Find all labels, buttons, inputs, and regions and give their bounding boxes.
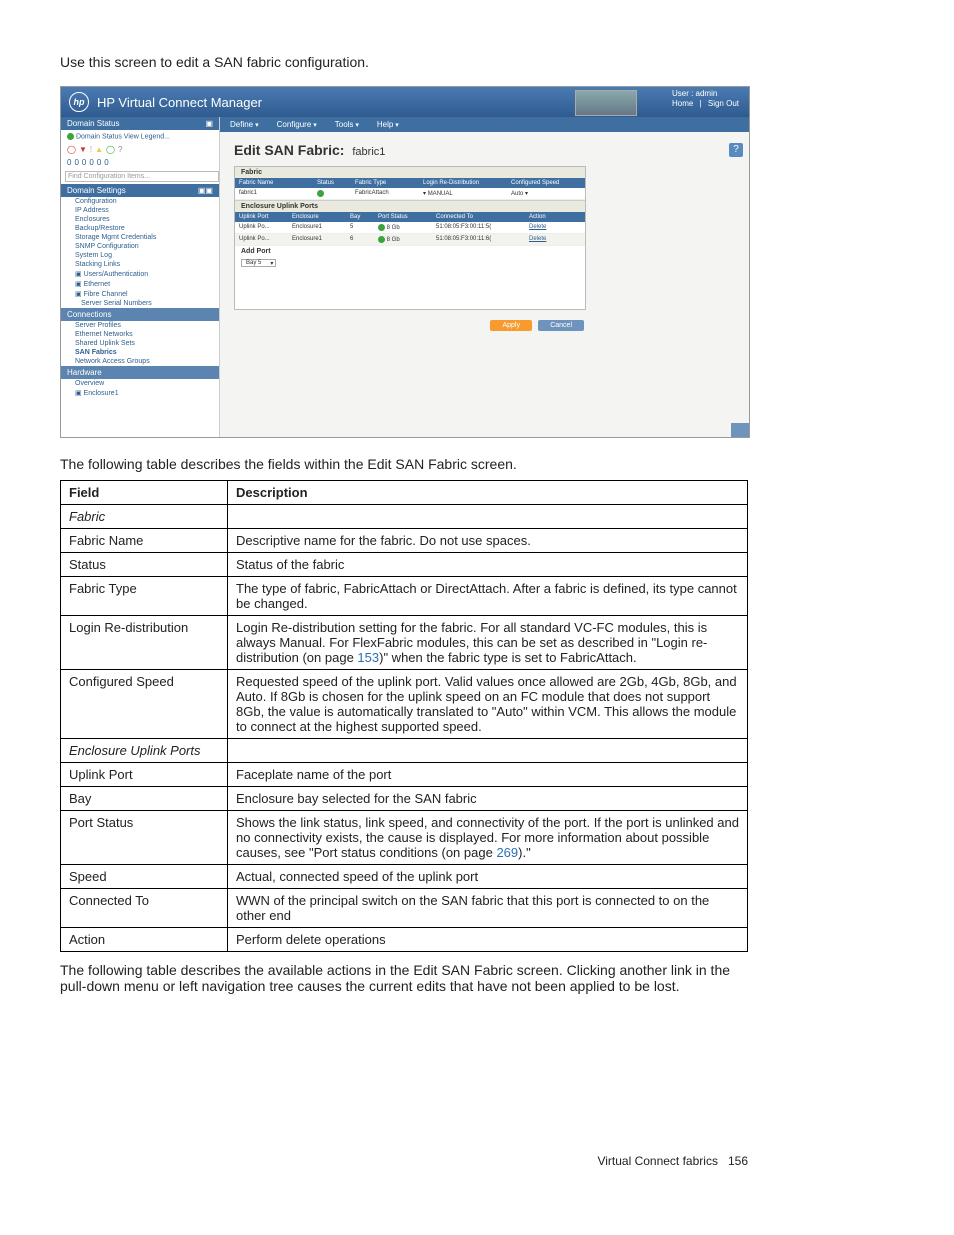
- field-description: Status of the fabric: [228, 553, 748, 577]
- user-name: User : admin: [672, 89, 739, 99]
- field-name: Status: [61, 553, 228, 577]
- menu-define[interactable]: Define: [230, 120, 259, 129]
- sidebar-item[interactable]: ▣ Fibre Channel: [61, 289, 219, 299]
- domain-status-header: Domain Status▣: [61, 117, 219, 130]
- field-description: [228, 739, 748, 763]
- after-text: The following table describes the availa…: [60, 962, 748, 994]
- add-port-select[interactable]: Bay 5: [241, 259, 276, 267]
- field-description: Faceplate name of the port: [228, 763, 748, 787]
- table1-intro: The following table describes the fields…: [60, 456, 894, 472]
- sidebar-item[interactable]: Network Access Groups: [61, 357, 219, 366]
- field-name: Fabric Name: [61, 529, 228, 553]
- page-footer: Virtual Connect fabrics 156: [60, 1154, 748, 1168]
- menubar: Define Configure Tools Help: [220, 117, 749, 132]
- field-description: Perform delete operations: [228, 928, 748, 952]
- intro-text: Use this screen to edit a SAN fabric con…: [60, 54, 894, 70]
- sidebar-item[interactable]: ▣ Users/Authentication: [61, 269, 219, 279]
- sidebar-item[interactable]: Server Profiles: [61, 321, 219, 330]
- sidebar-item[interactable]: IP Address: [61, 206, 219, 215]
- field-name: Fabric: [61, 505, 228, 529]
- fabric-panel: Fabric Fabric Name Status Fabric Type Lo…: [234, 166, 586, 310]
- app-title: HP Virtual Connect Manager: [97, 95, 262, 110]
- menu-tools[interactable]: Tools: [335, 120, 359, 129]
- field-name: Login Re-distribution: [61, 616, 228, 670]
- field-name: Port Status: [61, 811, 228, 865]
- button-row: Apply Cancel: [234, 320, 588, 331]
- sidebar-item-san-fabrics[interactable]: SAN Fabrics: [61, 348, 219, 357]
- signout-link[interactable]: Sign Out: [708, 99, 739, 108]
- home-link[interactable]: Home: [672, 99, 693, 108]
- header-image: [575, 90, 637, 116]
- help-icon[interactable]: ?: [729, 143, 743, 157]
- field-description: [228, 505, 748, 529]
- field-description: Descriptive name for the fabric. Do not …: [228, 529, 748, 553]
- find-input[interactable]: Find Configuration Items...: [65, 171, 219, 182]
- uplink-row: Uplink Po... Enclosure1 6 8 Gb 51:08:05:…: [235, 234, 585, 246]
- field-description: The type of fabric, FabricAttach or Dire…: [228, 577, 748, 616]
- sidebar-item[interactable]: Stacking Links: [61, 260, 219, 269]
- fields-table: Field Description FabricFabric NameDescr…: [60, 480, 748, 952]
- sidebar-item[interactable]: Backup/Restore: [61, 224, 219, 233]
- fabric-cols: Fabric Name Status Fabric Type Login Re-…: [235, 178, 585, 188]
- sidebar-item[interactable]: Ethernet Networks: [61, 330, 219, 339]
- field-description: WWN of the principal switch on the SAN f…: [228, 889, 748, 928]
- field-name: Action: [61, 928, 228, 952]
- col-description: Description: [228, 481, 748, 505]
- field-description: Shows the link status, link speed, and c…: [228, 811, 748, 865]
- col-field: Field: [61, 481, 228, 505]
- menu-configure[interactable]: Configure: [277, 120, 317, 129]
- field-name: Configured Speed: [61, 670, 228, 739]
- field-description: Requested speed of the uplink port. Vali…: [228, 670, 748, 739]
- status-icons-row: ◯▼! ▲◯?: [61, 143, 219, 156]
- user-info: User : admin Home | Sign Out: [672, 89, 739, 110]
- sidebar-item[interactable]: ▣ Enclosure1: [61, 388, 219, 398]
- field-name: Enclosure Uplink Ports: [61, 739, 228, 763]
- apply-button[interactable]: Apply: [490, 320, 532, 331]
- uplinks-cols: Uplink Port Enclosure Bay Port Status Co…: [235, 212, 585, 222]
- menu-help[interactable]: Help: [377, 120, 399, 129]
- uplink-row: Uplink Po... Enclosure1 5 8 Gb 51:08:05:…: [235, 222, 585, 234]
- field-name: Bay: [61, 787, 228, 811]
- sidebar: Domain Status▣ Domain Status View Legend…: [61, 117, 220, 437]
- resize-corner-icon[interactable]: [731, 423, 749, 437]
- field-name: Uplink Port: [61, 763, 228, 787]
- domain-settings-header: Domain Settings▣▣: [61, 184, 219, 197]
- status-counts-row: 00 00 00: [61, 156, 219, 169]
- app-header: hp HP Virtual Connect Manager User : adm…: [61, 87, 749, 117]
- sidebar-item[interactable]: Server Serial Numbers: [61, 299, 219, 308]
- delete-link[interactable]: Delete: [525, 234, 563, 245]
- sidebar-item[interactable]: Enclosures: [61, 215, 219, 224]
- fabric-panel-title: Fabric: [235, 167, 585, 178]
- field-name: Connected To: [61, 889, 228, 928]
- field-name: Speed: [61, 865, 228, 889]
- sidebar-item[interactable]: Storage Mgmt Credentials: [61, 233, 219, 242]
- cancel-button[interactable]: Cancel: [538, 320, 584, 331]
- sidebar-item[interactable]: Shared Uplink Sets: [61, 339, 219, 348]
- field-name: Fabric Type: [61, 577, 228, 616]
- uplinks-title: Enclosure Uplink Ports: [235, 200, 585, 212]
- field-description: Enclosure bay selected for the SAN fabri…: [228, 787, 748, 811]
- hp-logo-icon: hp: [69, 92, 89, 112]
- sidebar-item[interactable]: ▣ Ethernet: [61, 279, 219, 289]
- domain-status-legend[interactable]: Domain Status View Legend...: [61, 130, 219, 143]
- sidebar-item[interactable]: Configuration: [61, 197, 219, 206]
- sidebar-item[interactable]: Overview: [61, 379, 219, 388]
- screenshot: hp HP Virtual Connect Manager User : adm…: [60, 86, 750, 438]
- fabric-row: fabric1 FabricAttach ▾ MANUAL Auto ▾: [235, 188, 585, 200]
- sidebar-item[interactable]: SNMP Configuration: [61, 242, 219, 251]
- page-link[interactable]: 269: [496, 845, 518, 860]
- field-description: Actual, connected speed of the uplink po…: [228, 865, 748, 889]
- sidebar-item[interactable]: System Log: [61, 251, 219, 260]
- hardware-header: Hardware: [61, 366, 219, 379]
- content-area: Define Configure Tools Help ? Edit SAN F…: [220, 117, 749, 437]
- page-link[interactable]: 153: [357, 650, 379, 665]
- add-port-label: Add Port: [235, 246, 585, 257]
- field-description: Login Re-distribution setting for the fa…: [228, 616, 748, 670]
- page-title: Edit SAN Fabric: fabric1: [234, 142, 735, 158]
- delete-link[interactable]: Delete: [525, 222, 563, 233]
- connections-header: Connections: [61, 308, 219, 321]
